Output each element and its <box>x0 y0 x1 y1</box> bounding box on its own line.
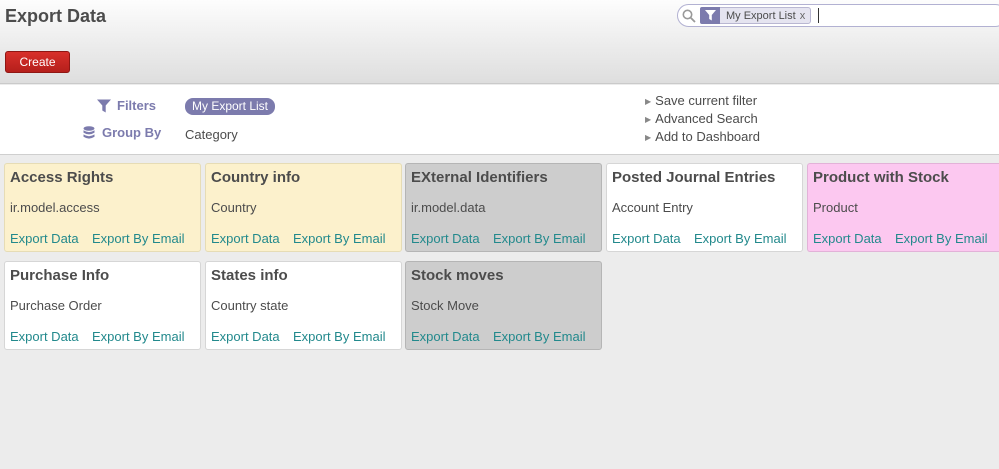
export-data-link[interactable]: Export Data <box>813 231 882 246</box>
kanban-card-stock-moves[interactable]: Stock moves Stock Move Export Data Expor… <box>405 261 602 350</box>
card-title: Country info <box>211 169 301 186</box>
export-data-link[interactable]: Export Data <box>10 329 79 344</box>
database-icon <box>83 125 95 139</box>
export-by-email-link[interactable]: Export By Email <box>92 329 184 344</box>
menu-item-label: Advanced Search <box>655 111 758 126</box>
card-title: Posted Journal Entries <box>612 169 776 186</box>
filters-heading[interactable]: Filters <box>97 98 156 113</box>
card-subtitle: Country state <box>211 298 289 313</box>
export-data-link[interactable]: Export Data <box>10 231 79 246</box>
export-data-link[interactable]: Export Data <box>211 231 280 246</box>
card-title: EXternal Identifiers <box>411 169 548 186</box>
kanban-card-access-rights[interactable]: Access Rights ir.model.access Export Dat… <box>4 163 201 252</box>
card-subtitle: Purchase Order <box>10 298 102 313</box>
filter-my-export-list[interactable]: My Export List <box>185 98 276 115</box>
search-facet-label: My Export List <box>726 9 796 22</box>
filter-icon <box>97 99 111 112</box>
export-by-email-link[interactable]: Export By Email <box>493 231 585 246</box>
card-title: Purchase Info <box>10 267 110 284</box>
export-data-link[interactable]: Export Data <box>211 329 280 344</box>
expand-triangle-icon: ▶ <box>645 133 652 142</box>
export-data-link[interactable]: Export Data <box>411 329 480 344</box>
export-by-email-link[interactable]: Export By Email <box>895 231 987 246</box>
export-by-email-link[interactable]: Export By Email <box>293 231 385 246</box>
expand-triangle-icon: ▶ <box>645 115 652 124</box>
kanban-card-states-info[interactable]: States info Country state Export Data Ex… <box>205 261 402 350</box>
add-to-dashboard-item[interactable]: ▶ Add to Dashboard <box>645 129 760 144</box>
save-current-filter-item[interactable]: ▶ Save current filter <box>645 93 757 108</box>
card-subtitle: Product <box>813 200 858 215</box>
kanban-card-posted-journal-entries[interactable]: Posted Journal Entries Account Entry Exp… <box>606 163 803 252</box>
card-subtitle: Stock Move <box>411 298 479 313</box>
expand-triangle-icon: ▶ <box>645 97 652 106</box>
facet-remove-icon[interactable]: x <box>800 10 811 22</box>
kanban-card-country-info[interactable]: Country info Country Export Data Export … <box>205 163 402 252</box>
search-options-panel: Filters My Export List Group By Category… <box>0 85 999 155</box>
filter-icon <box>700 6 720 24</box>
advanced-search-item[interactable]: ▶ Advanced Search <box>645 111 758 126</box>
menu-item-label: Save current filter <box>655 93 758 108</box>
export-by-email-link[interactable]: Export By Email <box>694 231 786 246</box>
card-subtitle: Country <box>211 200 257 215</box>
card-title: States info <box>211 267 288 284</box>
group-by-label: Group By <box>102 125 162 140</box>
export-by-email-link[interactable]: Export By Email <box>92 231 184 246</box>
export-by-email-link[interactable]: Export By Email <box>493 329 585 344</box>
card-subtitle: ir.model.access <box>10 200 100 215</box>
kanban-card-purchase-info[interactable]: Purchase Info Purchase Order Export Data… <box>4 261 201 350</box>
card-subtitle: Account Entry <box>612 200 693 215</box>
search-facet: My Export List x <box>700 6 812 24</box>
export-by-email-link[interactable]: Export By Email <box>293 329 385 344</box>
group-by-category[interactable]: Category <box>185 127 238 142</box>
control-panel-header: Export Data Create My Export List x <box>0 0 999 84</box>
search-bar[interactable]: My Export List x <box>677 4 999 27</box>
export-data-link[interactable]: Export Data <box>411 231 480 246</box>
kanban-card-product-with-stock[interactable]: Product with Stock Product Export Data E… <box>807 163 999 252</box>
filters-label: Filters <box>117 98 157 113</box>
card-title: Access Rights <box>10 169 114 186</box>
card-title: Product with Stock <box>813 169 949 186</box>
card-title: Stock moves <box>411 267 504 284</box>
group-by-heading[interactable]: Group By <box>82 125 161 140</box>
search-icon[interactable] <box>682 9 696 23</box>
export-data-link[interactable]: Export Data <box>612 231 681 246</box>
menu-item-label: Add to Dashboard <box>655 129 760 144</box>
kanban-card-external-identifiers[interactable]: EXternal Identifiers ir.model.data Expor… <box>405 163 602 252</box>
create-button[interactable]: Create <box>5 51 70 73</box>
page-title: Export Data <box>5 6 107 26</box>
card-subtitle: ir.model.data <box>411 200 486 215</box>
search-input-caret[interactable] <box>818 8 819 23</box>
